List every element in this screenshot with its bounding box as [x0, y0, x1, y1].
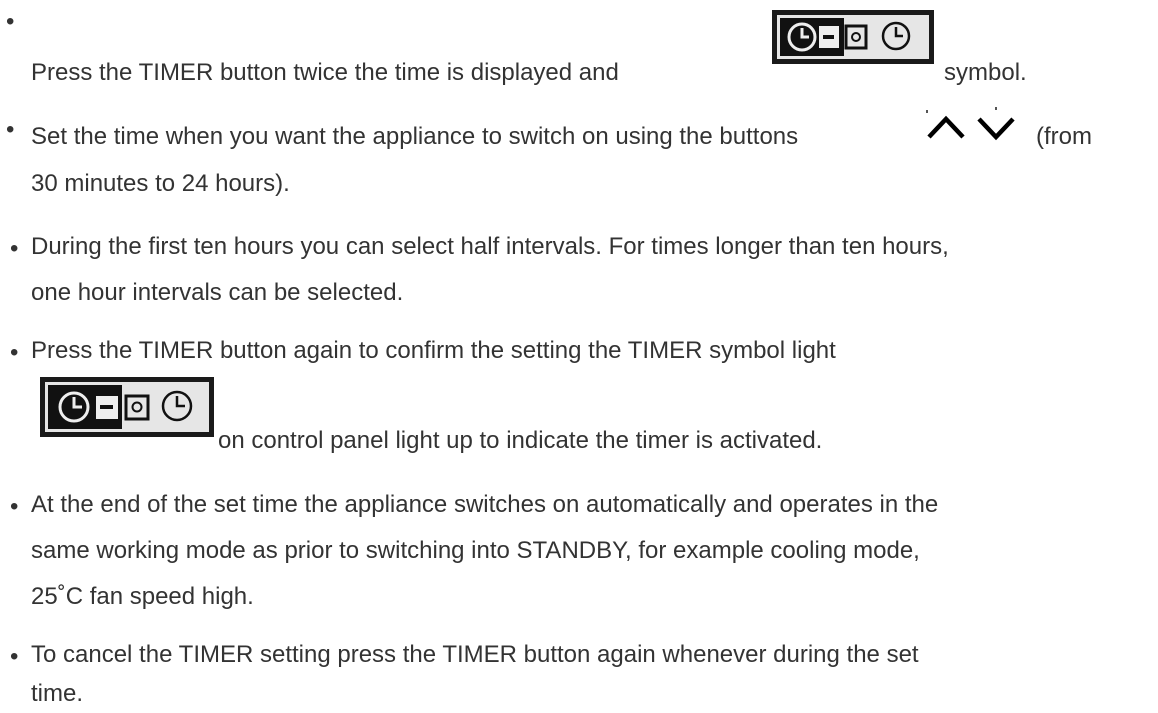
item-5-text-line3: 25˚C fan speed high. — [31, 583, 254, 610]
item-2-text: Set the time when you want the appliance… — [31, 123, 799, 150]
timer-panel-icon — [772, 10, 934, 64]
item-2-text-after: (from — [1036, 123, 1092, 150]
item-4-text: Press the TIMER button again to confirm … — [31, 337, 836, 364]
item-5-text: At the end of the set time the appliance… — [31, 491, 939, 518]
item-3-text-line2: one hour intervals can be selected. — [31, 279, 404, 306]
item-3-text: During the first ten hours you can selec… — [31, 233, 949, 260]
item-1-text: Press the TIMER button twice the time is… — [31, 59, 619, 86]
item-5-text-line2: same working mode as prior to switching … — [31, 537, 920, 564]
timer-panel-icon — [40, 377, 214, 437]
bullet: • — [6, 116, 15, 143]
item-1-text-after: symbol. — [944, 59, 1027, 86]
bullet: • — [6, 8, 15, 35]
bullet: • — [10, 339, 19, 366]
item-2-text-line2: 30 minutes to 24 hours). — [31, 170, 290, 197]
bullet: • — [10, 643, 19, 670]
up-down-arrows-icon — [926, 107, 1015, 141]
item-6-text-line2: time. — [31, 680, 84, 707]
item-4-text-line2: on control panel light up to indicate th… — [218, 427, 823, 454]
timer-instructions-document: • Press the TIMER button twice the time … — [0, 0, 1158, 713]
bullet: • — [10, 235, 19, 262]
item-6-text: To cancel the TIMER setting press the TI… — [31, 641, 919, 668]
bullet: • — [10, 493, 19, 520]
